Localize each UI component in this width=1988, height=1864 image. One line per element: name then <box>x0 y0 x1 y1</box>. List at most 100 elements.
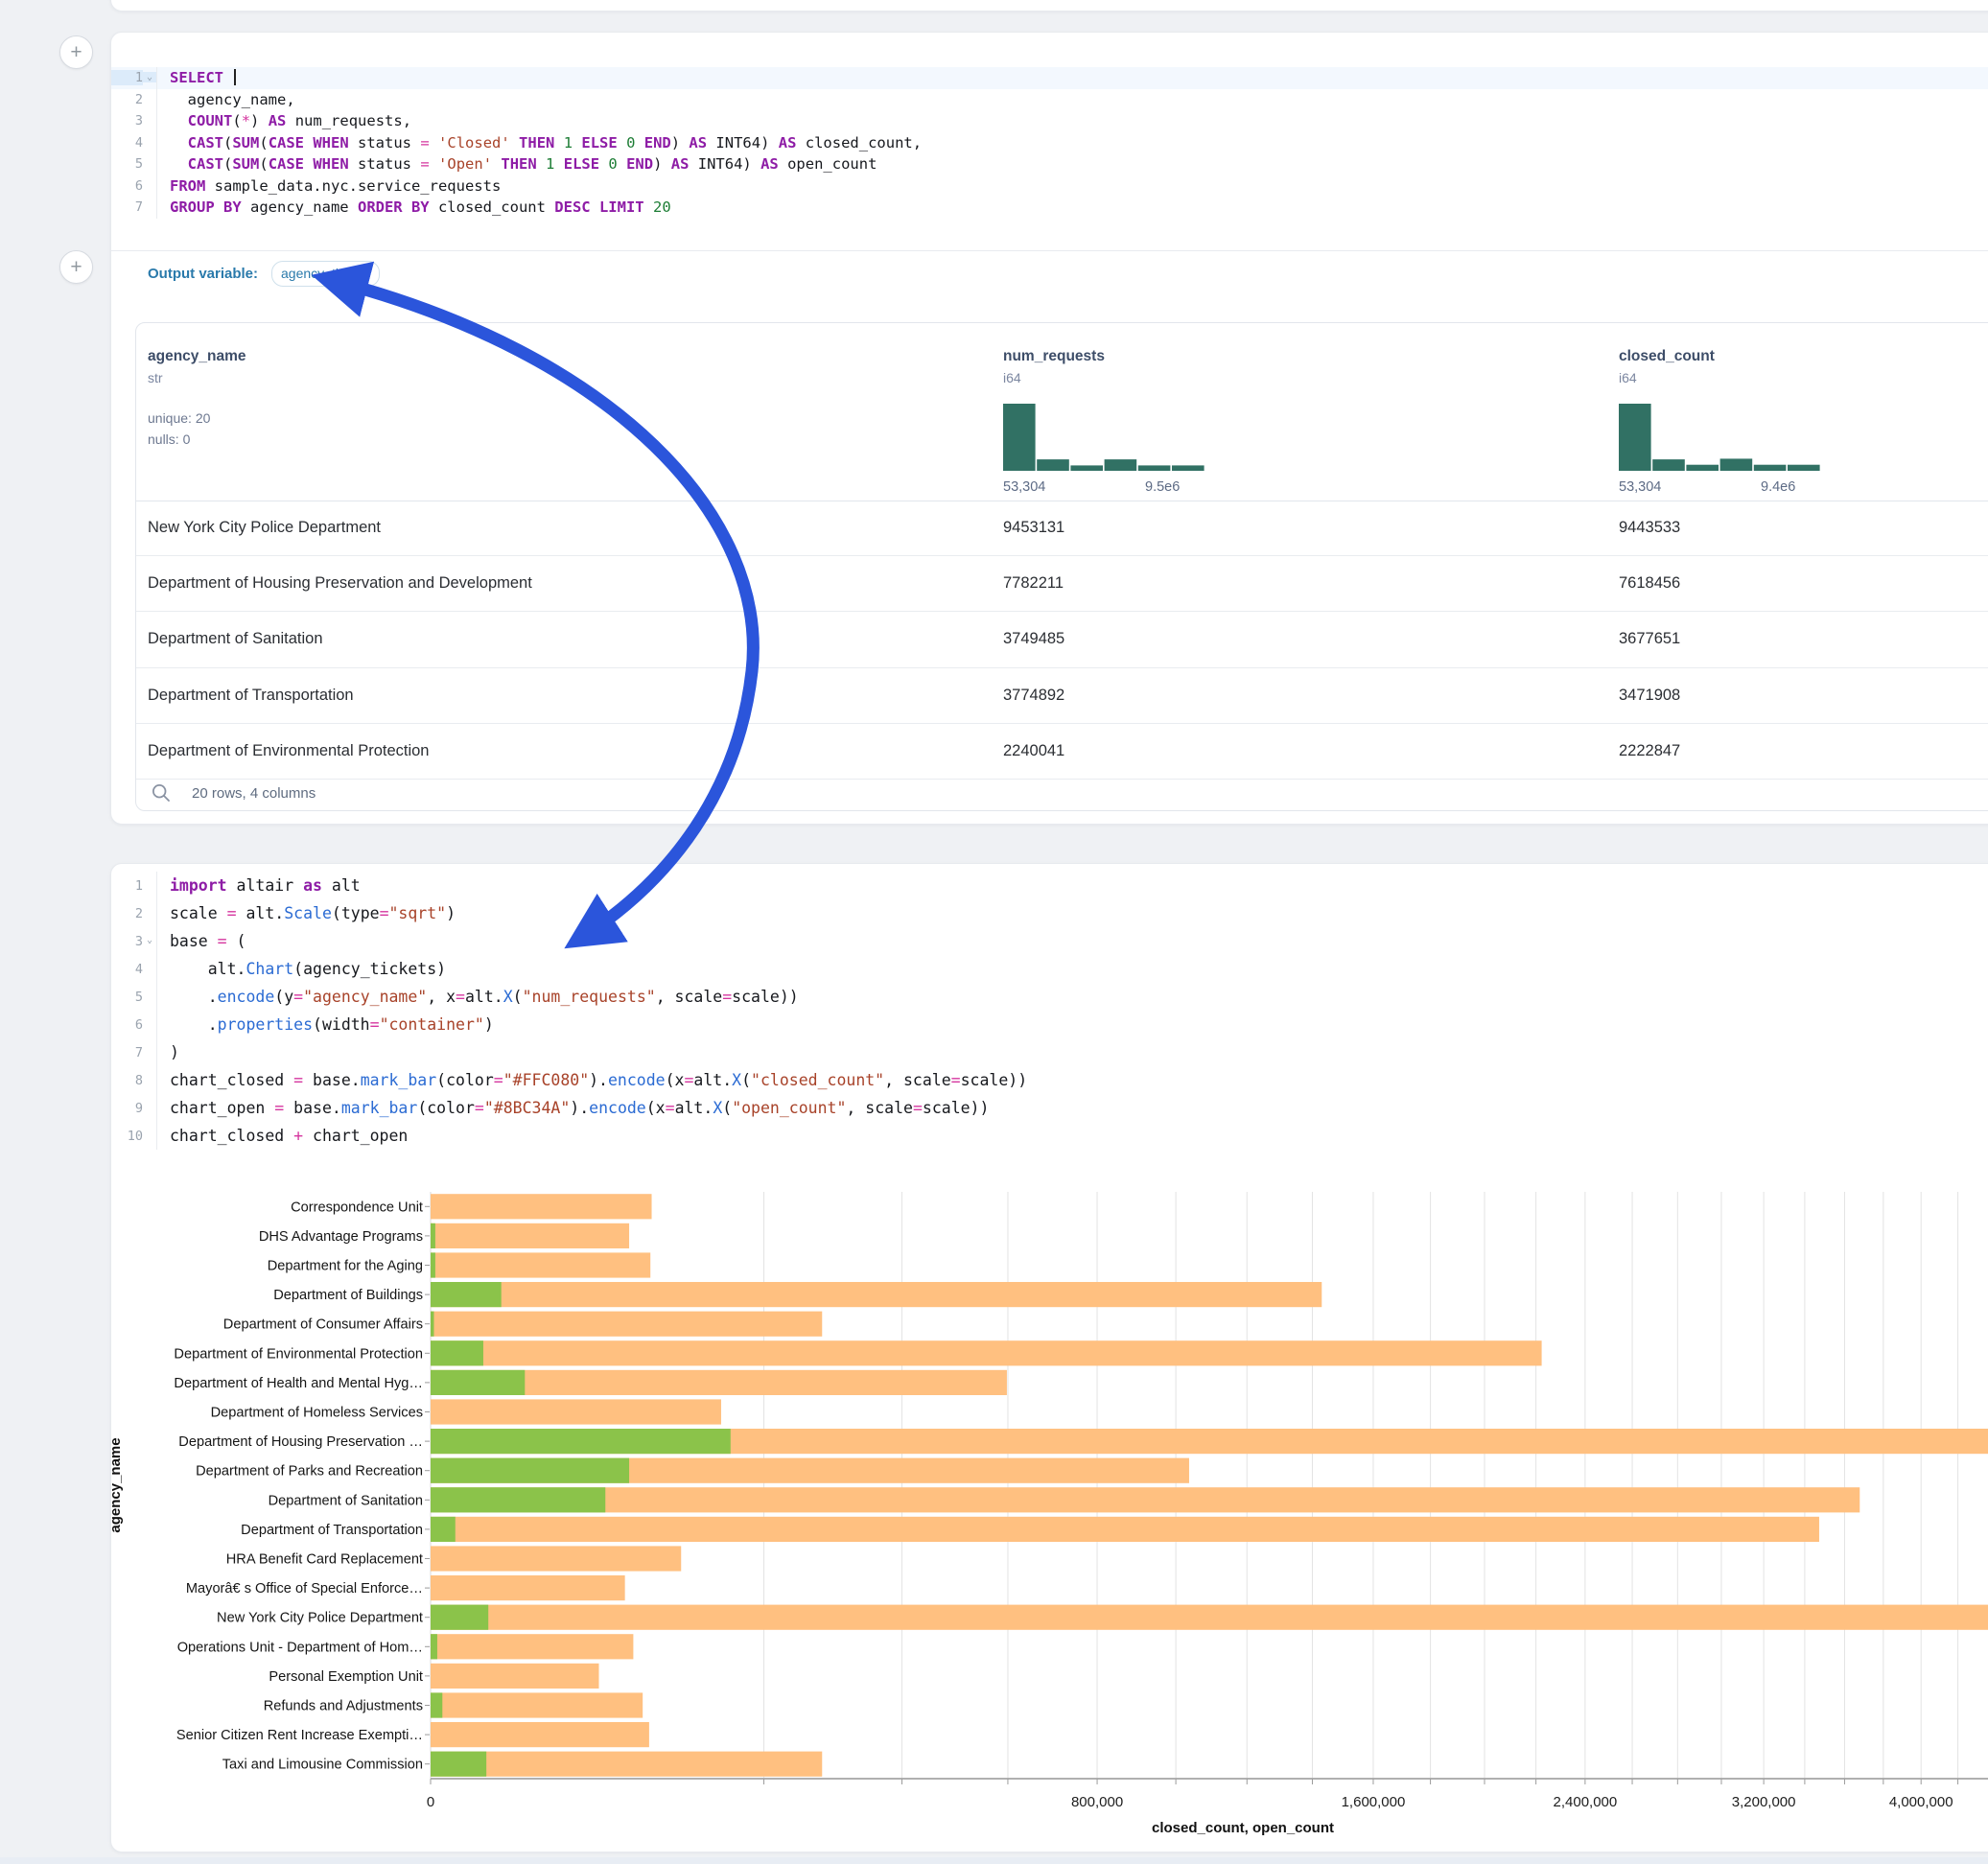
value-cell: 2222847 <box>1607 742 1988 760</box>
code-line[interactable]: 9chart_open = base.mark_bar(color="#8BC3… <box>111 1094 1988 1122</box>
code-line[interactable]: 10chart_closed + chart_open <box>111 1122 1988 1150</box>
code-line[interactable]: 6FROM sample_data.nyc.service_requests <box>111 175 1988 198</box>
histogram-range: 53,304 9.4e6 <box>1619 479 1825 497</box>
line-number: 3 <box>111 934 143 949</box>
histogram-bar <box>1652 459 1685 471</box>
histogram-bar <box>1686 465 1719 471</box>
table-header: agency_name str unique: 20 nulls: 0 num_… <box>136 323 1988 501</box>
value-cell: 9443533 <box>1607 519 1988 537</box>
histogram-max-label: 9.4e6 <box>1761 479 1795 495</box>
code-line[interactable]: 7 GROUP BY agency_name ORDER BY closed_co… <box>111 197 1988 219</box>
histogram-bar <box>1037 459 1069 471</box>
code-line[interactable]: 1import altair as alt <box>111 872 1988 899</box>
table-row: Department of Housing Preservation and D… <box>136 556 1988 612</box>
line-number: 1 <box>111 70 143 85</box>
code-text: SELECT <box>156 69 236 86</box>
agency-name-cell: Department of Housing Preservation and D… <box>136 574 992 593</box>
agency-name-cell: Department of Sanitation <box>136 630 992 648</box>
code-line[interactable]: 4 alt.Chart(agency_tickets) <box>111 955 1988 983</box>
code-text: CAST(SUM(CASE WHEN status = 'Closed' THE… <box>156 134 922 151</box>
column-header-num-requests[interactable]: num_requests i64 53,304 9.5e6 <box>992 323 1607 501</box>
code-line[interactable]: 2 agency_name, <box>111 89 1988 111</box>
column-histogram <box>1619 398 1988 479</box>
line-number: 10 <box>111 1129 143 1144</box>
line-number: 3 <box>111 113 143 128</box>
mini-histogram <box>1003 398 1209 475</box>
code-line[interactable]: 4 CAST(SUM(CASE WHEN status = 'Closed' T… <box>111 132 1988 154</box>
line-number: 1 <box>111 878 143 894</box>
value-cell: 3774892 <box>992 687 1607 705</box>
text-cursor <box>234 69 236 85</box>
histogram-bar <box>1720 458 1753 471</box>
code-text: chart_closed = base.mark_bar(color="#FFC… <box>156 1071 1027 1089</box>
code-text: CAST(SUM(CASE WHEN status = 'Open' THEN … <box>156 155 877 173</box>
code-line[interactable]: 8 chart_closed = base.mark_bar(color="#FF… <box>111 1066 1988 1094</box>
code-line[interactable]: 5 CAST(SUM(CASE WHEN status = 'Open' THE… <box>111 153 1988 175</box>
sql-code-editor[interactable]: 1⌄SELECT 2 agency_name,3 COUNT(*) AS num… <box>111 67 1988 219</box>
collapse-chevron-icon[interactable]: ⌄ <box>143 72 156 82</box>
code-text: COUNT(*) AS num_requests, <box>156 112 411 129</box>
agency-name-cell: New York City Police Department <box>136 519 992 537</box>
code-text: .properties(width="container") <box>156 1015 494 1034</box>
histogram-bar <box>1138 465 1171 471</box>
code-line[interactable]: 1⌄SELECT <box>111 67 1988 89</box>
python-code-editor[interactable]: 1import altair as alt 2 scale = alt.Scale(… <box>111 872 1988 1150</box>
column-dtype: str <box>148 370 992 385</box>
value-cell: 3677651 <box>1607 630 1988 648</box>
histogram-range: 53,304 9.5e6 <box>1003 479 1209 497</box>
line-number: 6 <box>111 1017 143 1033</box>
search-icon[interactable] <box>152 783 171 803</box>
output-variable-pill[interactable]: agency_tickets <box>271 261 380 287</box>
code-line[interactable]: 3⌄base = ( <box>111 927 1988 955</box>
row-column-count: 20 rows, 4 columns <box>192 785 316 802</box>
value-cell: 2240041 <box>992 742 1607 760</box>
table-row: New York City Police Department945313194… <box>136 501 1988 556</box>
code-line[interactable]: 3 COUNT(*) AS num_requests, <box>111 110 1988 132</box>
code-text: base = ( <box>156 932 246 950</box>
previous-cell-edge <box>110 0 1988 12</box>
histogram-bar <box>1788 465 1820 471</box>
code-line[interactable]: 2 scale = alt.Scale(type="sqrt") <box>111 899 1988 927</box>
histogram-bar <box>1070 465 1103 471</box>
cell-divider <box>111 250 1988 251</box>
column-header-agency-name[interactable]: agency_name str unique: 20 nulls: 0 <box>136 323 992 501</box>
table-body: New York City Police Department945313194… <box>136 501 1988 780</box>
code-line[interactable]: 5 .encode(y="agency_name", x=alt.X("num_… <box>111 983 1988 1011</box>
value-cell: 3749485 <box>992 630 1607 648</box>
histogram-min-label: 53,304 <box>1003 479 1045 495</box>
add-cell-button[interactable]: + <box>59 35 93 69</box>
column-dtype: i64 <box>1003 370 1607 385</box>
column-header-closed-count[interactable]: closed_count i64 53,304 9.4e6 <box>1607 323 1988 501</box>
column-name: num_requests <box>1003 348 1607 365</box>
histogram-max-label: 9.5e6 <box>1145 479 1180 495</box>
line-number: 2 <box>111 92 143 107</box>
histogram-min-label: 53,304 <box>1619 479 1661 495</box>
table-row: Department of Environmental Protection22… <box>136 724 1988 780</box>
mini-histogram <box>1619 398 1825 475</box>
histogram-bar <box>1003 404 1036 471</box>
line-number: 4 <box>111 135 143 151</box>
add-cell-button[interactable]: + <box>59 250 93 284</box>
code-text: GROUP BY agency_name ORDER BY closed_cou… <box>156 198 671 216</box>
line-number: 7 <box>111 1045 143 1060</box>
collapse-chevron-icon[interactable]: ⌄ <box>143 935 156 945</box>
output-variable-bar: Output variable: agency_tickets <box>148 252 380 294</box>
code-text: alt.Chart(agency_tickets) <box>156 960 446 978</box>
code-line[interactable]: 7) <box>111 1038 1988 1066</box>
table-row: Department of Transportation377489234719… <box>136 668 1988 724</box>
column-name: closed_count <box>1619 348 1988 365</box>
line-number: 2 <box>111 906 143 921</box>
code-text: .encode(y="agency_name", x=alt.X("num_re… <box>156 988 799 1006</box>
notebook-page: { "ui": { "add_button": "+", "collapse_c… <box>0 0 1988 1864</box>
histogram-bar <box>1754 465 1787 471</box>
next-cell-edge <box>0 1857 1988 1864</box>
code-text: agency_name, <box>156 91 295 108</box>
line-number: 9 <box>111 1101 143 1116</box>
line-number: 7 <box>111 199 143 215</box>
code-text: scale = alt.Scale(type="sqrt") <box>156 904 456 922</box>
line-number: 8 <box>111 1073 143 1088</box>
histogram-bar <box>1172 465 1204 471</box>
code-line[interactable]: 6 .properties(width="container") <box>111 1011 1988 1038</box>
agency-name-cell: Department of Transportation <box>136 687 992 705</box>
null-count: nulls: 0 <box>148 429 992 450</box>
